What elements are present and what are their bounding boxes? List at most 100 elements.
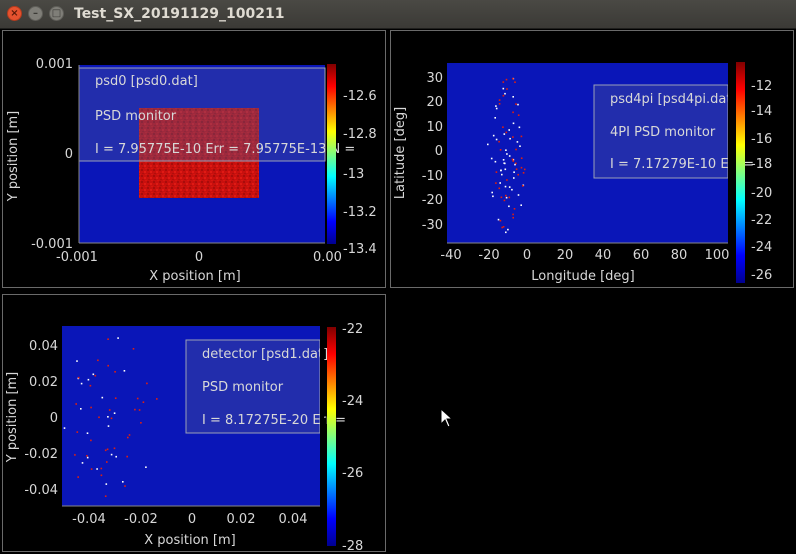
- hit-point: [513, 171, 515, 173]
- hit-point: [499, 219, 502, 222]
- hit-point: [498, 103, 501, 105]
- hit-point: [495, 105, 497, 107]
- hit-point: [505, 194, 507, 197]
- x-tick-label: -0.02: [124, 512, 158, 527]
- hit-point: [126, 455, 128, 458]
- hit-point: [98, 416, 100, 419]
- close-window-icon[interactable]: ×: [7, 6, 22, 21]
- x-axis-label: X position [m]: [149, 269, 240, 284]
- hit-point: [495, 171, 498, 173]
- x-tick-label: 0.02: [227, 512, 256, 527]
- hit-point: [514, 81, 516, 83]
- colorbar-tick-label: -28: [342, 539, 363, 553]
- hit-point: [512, 213, 514, 216]
- hit-point: [113, 412, 116, 414]
- y-tick-label: -0.001: [31, 237, 73, 252]
- hit-point: [502, 126, 504, 128]
- hit-point: [127, 436, 129, 439]
- hit-point: [511, 158, 514, 161]
- x-tick-label: 80: [671, 248, 688, 263]
- plot-panel-psd0[interactable]: psd0 [psd0.dat] PSD monitor I = 7.95775E…: [2, 30, 386, 288]
- hit-point: [515, 103, 517, 105]
- colorbar-tick-label: -13.2: [343, 205, 377, 220]
- hit-point: [499, 182, 501, 184]
- hit-point: [108, 409, 111, 411]
- hit-point: [491, 191, 493, 194]
- colorbar-detector: [327, 327, 336, 546]
- hit-point: [501, 226, 503, 229]
- plot-panel-psd4pi[interactable]: psd4pi [psd4pi.dat] 4PI PSD monitor I = …: [390, 30, 794, 288]
- hit-point: [508, 196, 511, 199]
- hit-point: [128, 434, 131, 436]
- hit-point: [505, 196, 508, 199]
- x-tick-label: 100: [705, 248, 730, 263]
- legend-line-3: I = 7.95775E-10 Err = 7.95775E-13 N =: [95, 142, 355, 157]
- hit-point: [515, 168, 518, 170]
- y-tick-label: -30: [422, 218, 443, 233]
- hit-point: [107, 425, 110, 427]
- hit-point: [508, 186, 511, 188]
- y-tick-label: -0.02: [24, 447, 58, 462]
- hit-point: [520, 204, 522, 206]
- y-axis-label: Y position [m]: [6, 111, 21, 203]
- x-tick-label: 40: [595, 248, 612, 263]
- hit-point: [502, 87, 505, 90]
- hit-point: [89, 384, 92, 387]
- hit-point: [518, 126, 521, 129]
- hit-point: [509, 137, 511, 140]
- minimize-window-icon[interactable]: –: [28, 6, 43, 21]
- hit-point: [512, 136, 514, 138]
- hit-point: [76, 360, 78, 362]
- hit-point: [97, 359, 99, 362]
- hit-point: [517, 194, 520, 196]
- hit-point: [100, 467, 103, 470]
- legend-line-2: PSD monitor: [202, 380, 284, 395]
- hit-point: [86, 456, 89, 459]
- hit-point: [498, 187, 501, 190]
- hit-point: [107, 364, 109, 367]
- y-tick-label: 0: [435, 144, 443, 159]
- hit-point: [145, 466, 147, 468]
- y-axis-label: Y position [m]: [5, 372, 20, 464]
- maximize-window-icon[interactable]: □: [49, 6, 64, 21]
- x-axis-label: X position [m]: [144, 533, 235, 548]
- y-tick-label: 30: [426, 71, 443, 86]
- hit-point: [511, 188, 513, 191]
- y-tick-label: 0.04: [29, 339, 58, 354]
- hit-point: [106, 461, 108, 463]
- hit-point: [117, 337, 119, 339]
- hit-point: [512, 122, 515, 125]
- x-tick-label: -0.001: [56, 250, 98, 265]
- hit-point: [494, 117, 496, 119]
- colorbar-tick-label: -26: [342, 466, 363, 481]
- hit-point: [504, 168, 507, 171]
- hit-point: [104, 449, 107, 452]
- hit-point: [75, 403, 77, 405]
- legend-line-3: I = 8.17275E-20 Err =: [202, 413, 346, 428]
- window-titlebar[interactable]: × – □ Test_SX_20191129_100211: [0, 0, 796, 29]
- plot-panel-detector[interactable]: detector [psd1.dat] PSD monitor I = 8.17…: [2, 294, 387, 553]
- hit-point: [502, 159, 505, 161]
- hit-point: [492, 134, 495, 137]
- hit-point: [107, 416, 109, 418]
- colorbar-tick-label: -12.8: [343, 127, 377, 142]
- colorbar-tick-label: -12: [751, 79, 772, 94]
- hit-point: [503, 133, 506, 135]
- y-tick-label: 0.001: [36, 57, 73, 72]
- hit-point: [138, 409, 141, 411]
- plot-detector-svg[interactable]: detector [psd1.dat] PSD monitor I = 8.17…: [3, 295, 387, 553]
- plot-psd0-svg[interactable]: psd0 [psd0.dat] PSD monitor I = 7.95775E…: [3, 31, 387, 289]
- hit-point: [520, 157, 523, 159]
- hit-point: [74, 454, 76, 456]
- x-tick-label: 0.00: [313, 250, 342, 265]
- hit-point: [504, 162, 506, 165]
- x-tick-label: 0: [523, 248, 531, 263]
- hit-point: [76, 431, 79, 433]
- hit-point: [107, 338, 109, 340]
- plot-psd4pi-svg[interactable]: psd4pi [psd4pi.dat] 4PI PSD monitor I = …: [391, 31, 795, 289]
- y-tick-label: 10: [426, 120, 443, 135]
- hit-point: [508, 129, 510, 131]
- hit-point: [104, 495, 107, 497]
- y-tick-label: 20: [426, 95, 443, 110]
- hit-point: [100, 474, 103, 477]
